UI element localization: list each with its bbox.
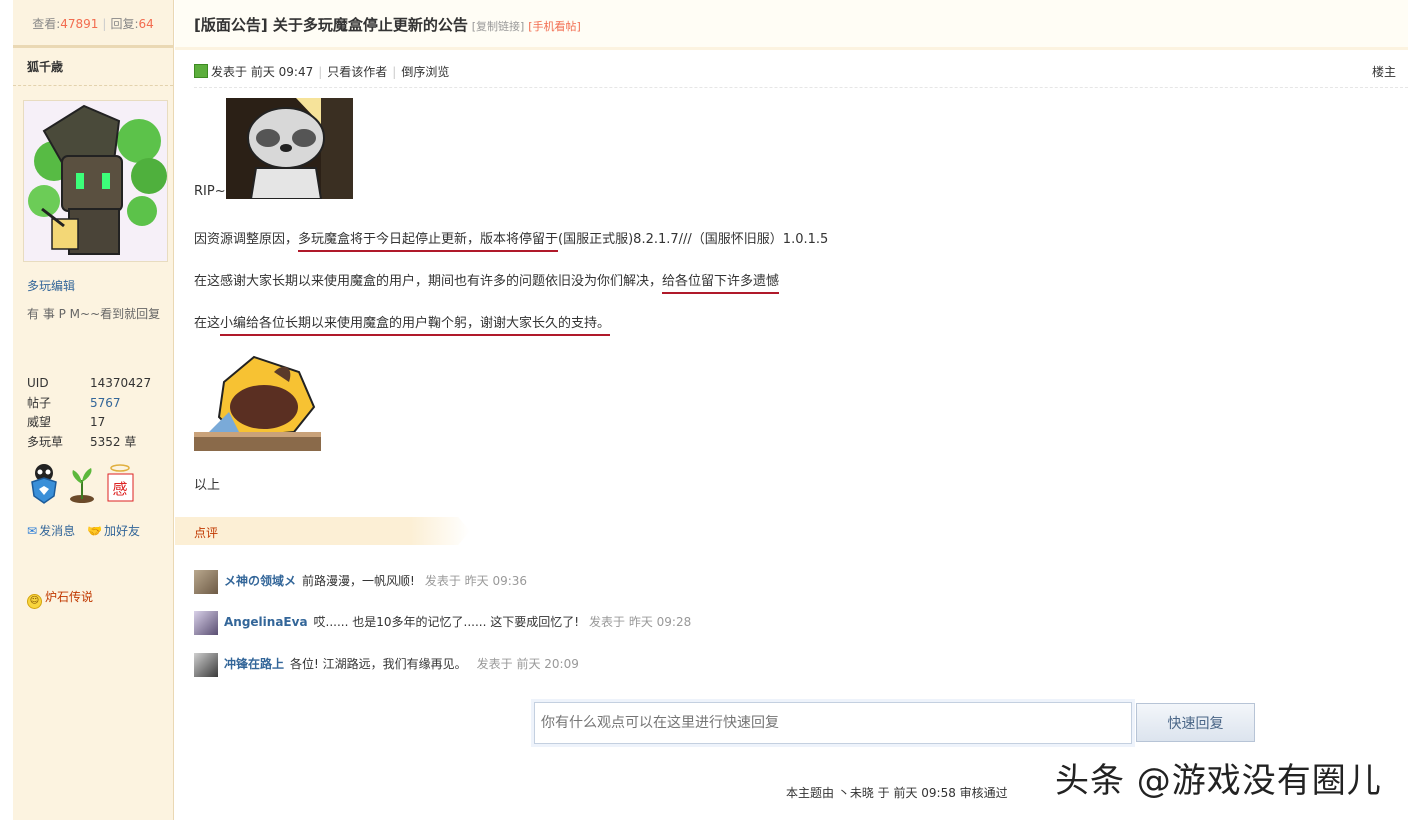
author-info: UID 14370427 帖子 5767 威望 17 多玩草 5352 草 [27, 374, 151, 452]
paragraph-2: 在这感谢大家长期以来使用魔盒的用户，期间也有许多的问题依旧没为你们解决，给各位留… [194, 270, 780, 294]
game-tag[interactable]: ☺ 炉石传说 [27, 588, 93, 609]
smiley-icon: ☺ [27, 594, 42, 609]
quick-reply-button[interactable]: 快速回复 [1136, 703, 1255, 742]
author-only-link[interactable]: 只看该作者 [327, 65, 387, 79]
author-avatar[interactable] [23, 100, 168, 262]
paragraph-3: 在这小编给各位长期以来使用魔盒的用户鞠个躬，谢谢大家长久的支持。 [194, 312, 611, 336]
author-actions: ✉ 发消息 🤝 加好友 [27, 522, 140, 539]
thread-titlebar: [版面公告] 关于多玩魔盒停止更新的公告 [复制链接] [手机看帖] [175, 0, 1408, 50]
author-sidebar: 查看:47891 | 回复:64 狐千歳 多玩编辑 有 事 P M~~看到就回复 U… [13, 0, 174, 820]
quick-reply-input[interactable] [531, 699, 1135, 747]
comment-item: 冲锋在路上 各位! 江湖路远，我们有缘再见。 发表于 前天 20:09 [194, 652, 579, 677]
info-row-grass: 多玩草 5352 草 [27, 434, 137, 449]
replies-label: 回复: [110, 17, 139, 31]
copy-link[interactable]: [复制链接] [472, 20, 525, 33]
views-label: 查看: [32, 17, 61, 31]
views-count: 47891 [60, 17, 99, 31]
add-friend-link[interactable]: 🤝 加好友 [87, 522, 140, 539]
svg-text:感: 感 [112, 480, 127, 498]
commenter-avatar[interactable] [194, 652, 218, 677]
post-main: [版面公告] 关于多玩魔盒停止更新的公告 [复制链接] [手机看帖] 发表于 前… [175, 0, 1408, 820]
raccoon-sticker-icon [226, 98, 353, 199]
mobile-view-link[interactable]: [手机看帖] [528, 20, 581, 33]
bowing-raccoon-image [194, 352, 321, 451]
paragraph-1: 因资源调整原因，多玩魔盒将于今日起停止更新，版本将停留于(国服正式服)8.2.1… [194, 228, 828, 252]
replies-count: 64 [138, 17, 154, 31]
comments-header: 点评 [175, 517, 470, 545]
send-message-link[interactable]: ✉ 发消息 [27, 522, 75, 539]
audit-note: 本主题由 丶未晓 于 前天 09:58 审核通过 [786, 786, 1008, 800]
author-group[interactable]: 多玩编辑 [27, 277, 75, 294]
shield-medal-icon[interactable] [29, 462, 60, 504]
mail-icon: ✉ [27, 524, 38, 538]
medals: 感 [29, 462, 136, 504]
thread-stats: 查看:47891 | 回复:64 [13, 0, 173, 48]
floor-label: 楼主 [1371, 65, 1396, 79]
thread-title: [版面公告] 关于多玩魔盒停止更新的公告 [194, 16, 468, 34]
info-row-uid: UID 14370427 [27, 376, 152, 390]
angel-badge-icon[interactable]: 感 [105, 462, 136, 504]
closing-text: 以上 [194, 478, 221, 493]
online-status-icon [194, 64, 208, 78]
sprout-medal-icon[interactable] [67, 462, 98, 504]
robot-avatar-icon [24, 101, 167, 261]
author-name[interactable]: 狐千歳 [13, 48, 173, 86]
info-row-posts: 帖子 5767 [27, 395, 121, 410]
comment-item: AngelinaEva 哎...... 也是10多年的记忆了...... 这下要成… [194, 610, 691, 635]
watermark: 头条 @游戏没有圈儿 [1055, 761, 1382, 801]
info-row-prestige: 威望 17 [27, 415, 106, 429]
bowing-raccoon-icon [194, 352, 321, 451]
author-signature: 有 事 P M~~看到就回复 [27, 307, 161, 321]
rip-text: RIP~ [194, 184, 226, 199]
handshake-icon: 🤝 [87, 524, 103, 538]
post-time: 发表于 前天 09:47 [211, 65, 314, 79]
commenter-avatar[interactable] [194, 569, 218, 594]
raccoon-sticker-image [226, 98, 353, 199]
commenter-avatar[interactable] [194, 610, 218, 635]
post-meta: 发表于 前天 09:47 | 只看该作者 | 倒序浏览 楼主 [194, 60, 1408, 88]
reverse-order-link[interactable]: 倒序浏览 [401, 65, 449, 79]
comment-item: メ神の领域メ 前路漫漫，一帆风顺! 发表于 昨天 09:36 [194, 569, 527, 594]
